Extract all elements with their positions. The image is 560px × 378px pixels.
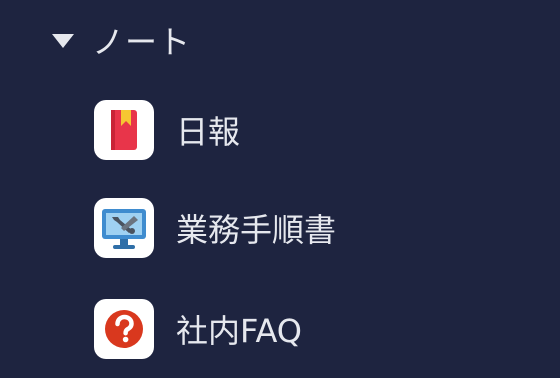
sidebar-notes-section: ノート 日報 業務手順書 社内FAQ <box>0 0 560 378</box>
question-mark-circle-icon <box>94 299 154 359</box>
sidebar-item-label: 日報 <box>176 113 241 151</box>
sidebar-item-label: 社内FAQ <box>176 312 302 350</box>
notes-section-title: ノート <box>92 23 192 61</box>
sidebar-item-label: 業務手順書 <box>176 211 337 249</box>
sidebar-item-work-procedures[interactable]: 業務手順書 <box>94 198 336 258</box>
monitor-wrench-icon <box>94 198 154 258</box>
caret-down-icon[interactable] <box>52 34 74 48</box>
red-book-bookmark-icon <box>94 100 154 160</box>
sidebar-item-daily-report[interactable]: 日報 <box>94 100 240 160</box>
sidebar-item-internal-faq[interactable]: 社内FAQ <box>94 299 302 359</box>
notes-section-header[interactable]: ノート <box>52 18 191 62</box>
